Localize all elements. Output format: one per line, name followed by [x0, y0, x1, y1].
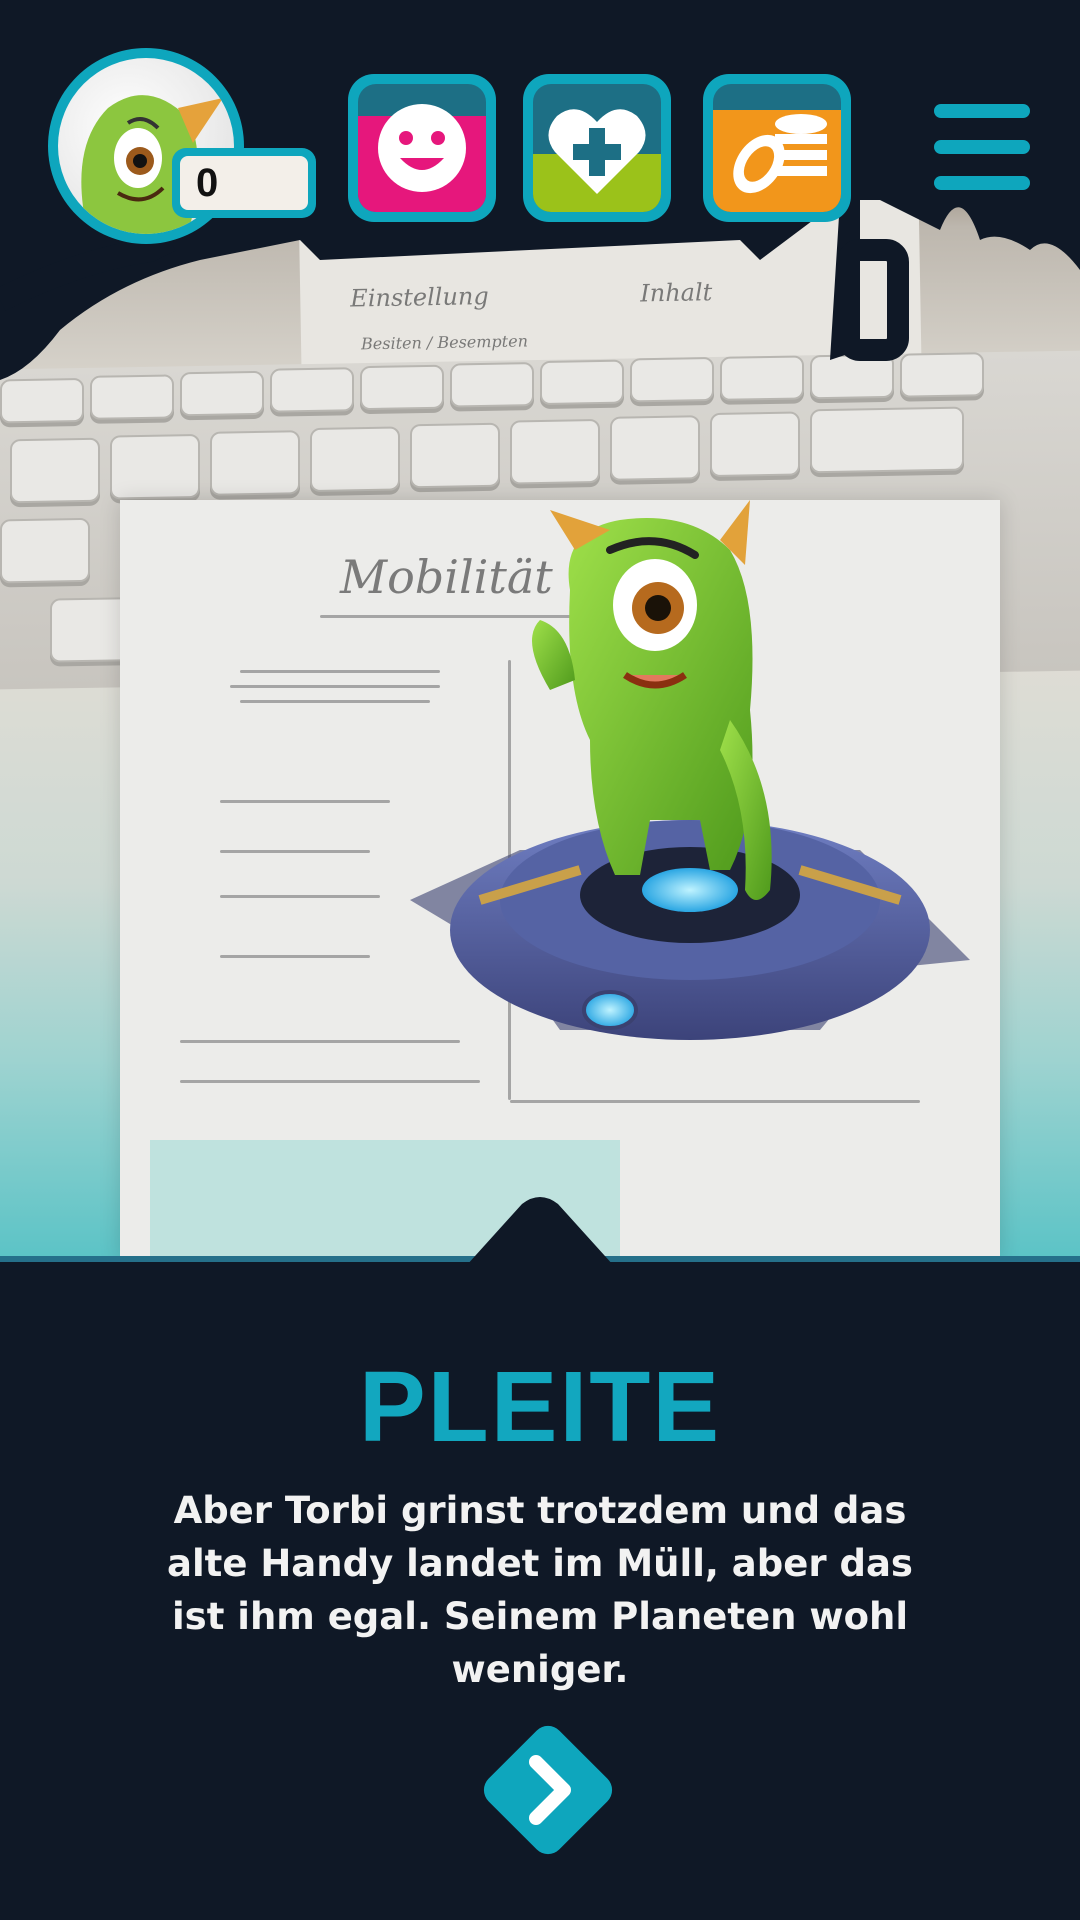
menu-line-icon — [934, 140, 1030, 154]
money-stat-meter — [713, 84, 841, 212]
hamburger-menu-button[interactable] — [934, 104, 1030, 190]
panel-notch — [466, 1197, 614, 1266]
menu-line-icon — [934, 176, 1030, 190]
menu-line-icon — [934, 104, 1030, 118]
score-counter: 0 — [172, 148, 316, 218]
mood-stat-meter — [358, 84, 486, 212]
health-stat-button[interactable] — [523, 74, 671, 222]
next-button[interactable] — [476, 1718, 620, 1862]
health-stat-meter — [533, 84, 661, 212]
coins-icon — [713, 84, 841, 212]
story-title: PLEITE — [358, 1351, 722, 1463]
smiley-icon — [358, 84, 486, 212]
mood-stat-button[interactable] — [348, 74, 496, 222]
heart-plus-icon — [533, 84, 661, 212]
story-text: Aber Torbi grinst trotzdem und das alte … — [167, 1489, 913, 1691]
score-value: 0 — [180, 156, 308, 210]
torbi-alien-on-ufo[interactable] — [400, 490, 980, 1070]
money-stat-button[interactable] — [703, 74, 851, 222]
